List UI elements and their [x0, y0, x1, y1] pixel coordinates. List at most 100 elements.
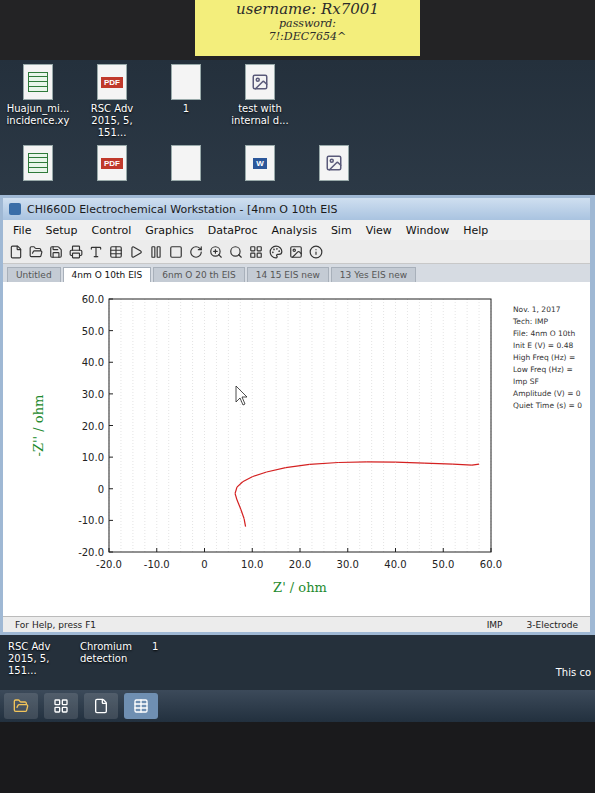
toolbar-button-icon[interactable] — [309, 245, 323, 259]
pdf-file-icon[interactable]: PDF — [97, 64, 127, 100]
info-line: Nov. 1, 2017 — [513, 305, 561, 314]
x-tick-label: 20.0 — [289, 559, 311, 570]
menu-item[interactable]: Analysis — [272, 224, 317, 237]
pdf-file-icon[interactable]: PDF — [97, 145, 127, 181]
toolbar-button-icon[interactable] — [269, 245, 283, 259]
desktop-icon[interactable]: 1 — [150, 64, 222, 139]
taskbar — [0, 690, 595, 722]
taskbar-button[interactable] — [44, 693, 78, 719]
plot-frame — [109, 299, 491, 552]
desktop-icon-label: Huajun_mi... incidence.xy — [3, 103, 73, 127]
status-help: For Help, press F1 — [7, 620, 104, 630]
x-tick-label: -10.0 — [144, 559, 170, 570]
menu-item[interactable]: View — [366, 224, 392, 237]
menu-item[interactable]: Window — [406, 224, 449, 237]
document-tab[interactable]: 4nm O 10th EIS — [63, 267, 152, 282]
toolbar-button-icon[interactable] — [289, 245, 303, 259]
menu-item[interactable]: DataProc — [208, 224, 258, 237]
taskbar-button[interactable] — [84, 693, 118, 719]
info-line: Init E (V) = 0.48 — [513, 341, 573, 350]
menu-item[interactable]: Setup — [45, 224, 77, 237]
toolbar-button-icon[interactable] — [69, 245, 83, 259]
excel-file-icon[interactable] — [23, 145, 53, 181]
toolbar-button-icon[interactable] — [189, 245, 203, 259]
desktop-icon-label[interactable]: 1 — [152, 641, 224, 653]
series-segment — [235, 487, 237, 493]
y-tick-label: 40.0 — [82, 357, 104, 368]
toolbar-button-icon[interactable] — [49, 245, 63, 259]
file-file-icon[interactable] — [171, 64, 201, 100]
desktop-icon[interactable]: PDFRSC Adv 2015, 5, 151... — [76, 64, 148, 139]
menu-item[interactable]: File — [13, 224, 31, 237]
folder-icon — [13, 698, 29, 714]
desktop-icon[interactable] — [2, 145, 74, 181]
menu-item[interactable]: Help — [463, 224, 488, 237]
series-segment — [453, 463, 472, 465]
image-file-icon[interactable] — [319, 145, 349, 181]
toolbar — [3, 240, 590, 264]
desktop-icon[interactable]: Huajun_mi... incidence.xy — [2, 64, 74, 139]
file-badge: W — [253, 158, 267, 169]
y-tick-label: 50.0 — [82, 326, 104, 337]
y-tick-label: 60.0 — [82, 294, 104, 305]
desktop-icon[interactable]: W — [224, 145, 296, 181]
nyquist-chart: -20.0-10.0010.020.030.040.050.060.060.05… — [3, 282, 590, 616]
monitor-photo: username: Rx7001password:7!:DEC7654^Huaj… — [0, 0, 595, 793]
document-tab[interactable]: 13 Yes EIS new — [331, 267, 416, 282]
toolbar-button-icon[interactable] — [229, 245, 243, 259]
menu-item[interactable]: Graphics — [145, 224, 194, 237]
info-line: Quiet Time (s) = 0 — [513, 401, 582, 410]
desktop-icon[interactable]: PDF — [76, 145, 148, 181]
x-tick-label: 10.0 — [241, 559, 263, 570]
series-segment — [367, 461, 396, 463]
desktop-icon[interactable]: test with internal d... — [224, 64, 296, 139]
toolbar-button-icon[interactable] — [109, 245, 123, 259]
menu-item[interactable]: Sim — [331, 224, 352, 237]
taskbar-button[interactable] — [4, 693, 38, 719]
menu-item[interactable]: Control — [91, 224, 131, 237]
document-tab[interactable]: 14 15 EIS new — [247, 267, 329, 282]
desktop-icon-label: RSC Adv 2015, 5, 151... — [77, 103, 147, 139]
sticky-note-line: password: — [279, 18, 336, 31]
info-line: Amplitude (V) = 0 — [513, 389, 581, 398]
toolbar-button-icon[interactable] — [249, 245, 263, 259]
series-segment — [286, 464, 310, 467]
desktop-icon[interactable] — [150, 145, 222, 181]
window-title: CHI660D Electrochemical Workstation - [4… — [27, 203, 337, 216]
desktop-icon[interactable] — [298, 145, 370, 181]
y-axis-title: -Z'' / ohm — [31, 395, 46, 457]
y-tick-label: 0 — [98, 484, 104, 495]
excel-file-icon[interactable] — [23, 64, 53, 100]
toolbar-button-icon[interactable] — [9, 245, 23, 259]
y-tick-label: 10.0 — [82, 452, 104, 463]
x-axis-title: Z' / ohm — [273, 580, 327, 595]
toolbar-button-icon[interactable] — [169, 245, 183, 259]
toolbar-button-icon[interactable] — [149, 245, 163, 259]
document-tab[interactable]: 6nm O 20 th EIS — [153, 267, 244, 282]
toolbar-button-icon[interactable] — [89, 245, 103, 259]
status-mode: IMP — [479, 620, 511, 630]
toolbar-button-icon[interactable] — [209, 245, 223, 259]
toolbar-button-icon[interactable] — [29, 245, 43, 259]
series-segment — [243, 477, 253, 482]
toolbar-button-icon[interactable] — [129, 245, 143, 259]
sheet-grid-icon — [28, 153, 48, 173]
app-grid-icon — [53, 698, 69, 714]
desktop-corner-text: This co — [556, 667, 595, 678]
desktop-icon-label: 1 — [151, 103, 221, 115]
title-bar[interactable]: CHI660D Electrochemical Workstation - [4… — [3, 198, 590, 220]
app-icon — [9, 203, 21, 215]
word-file-icon[interactable]: W — [245, 145, 275, 181]
series-segment — [244, 519, 245, 527]
info-line: Imp SF — [513, 377, 539, 386]
x-tick-label: 40.0 — [384, 559, 406, 570]
x-tick-label: 60.0 — [480, 559, 502, 570]
desktop-icon-label[interactable]: RSC Adv 2015, 5, 151... — [8, 641, 80, 677]
taskbar-button[interactable] — [124, 693, 158, 719]
file-file-icon[interactable] — [171, 145, 201, 181]
image-file-icon[interactable] — [245, 64, 275, 100]
desktop-icon-label: test with internal d... — [225, 103, 295, 127]
desktop-icon-label[interactable]: Chromium detection — [80, 641, 152, 665]
sheet-grid-icon — [28, 72, 48, 92]
document-tab[interactable]: Untitled — [7, 267, 61, 282]
